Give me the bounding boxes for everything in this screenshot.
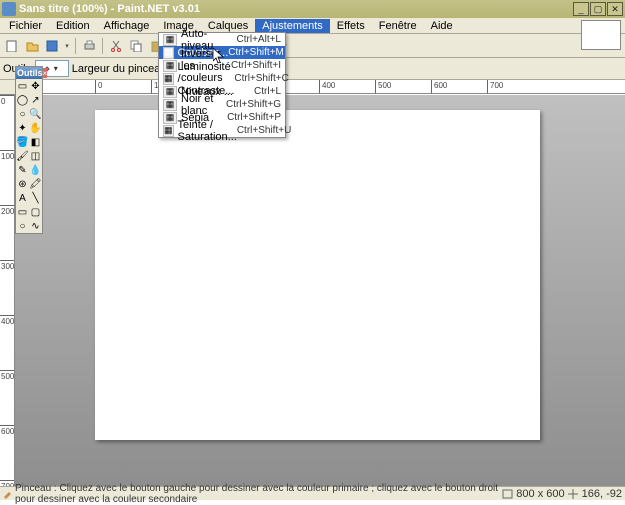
window-title: Sans titre (100%) - Paint.NET v3.01: [19, 3, 572, 15]
app-icon: [2, 2, 16, 16]
text-tool[interactable]: A: [16, 191, 29, 205]
pan-tool[interactable]: ✋: [29, 121, 42, 135]
eraser-tool[interactable]: ◫: [29, 149, 42, 163]
menu-fenetre[interactable]: Fenêtre: [372, 19, 424, 33]
tool-options-bar: Outil : ▾ Largeur du pinceau : − 2 ▾ +: [0, 58, 625, 80]
separator: [75, 38, 76, 54]
menu-fichier[interactable]: Fichier: [2, 19, 49, 33]
horizontal-ruler: 0100200300400500600700: [15, 80, 625, 94]
adjustment-icon: ▦: [163, 60, 177, 72]
brush-icon: [3, 489, 15, 499]
ruler-corner: [0, 80, 15, 95]
menu-edition[interactable]: Edition: [49, 19, 97, 33]
pencil-tool[interactable]: ✎: [16, 163, 29, 177]
adjustment-icon: ▦: [163, 99, 177, 111]
minimize-button[interactable]: _: [573, 2, 589, 16]
menuitem-auto-niveau[interactable]: ▦Auto-niveauCtrl+Alt+L: [159, 33, 285, 46]
rectangle-tool[interactable]: ▭: [16, 205, 29, 219]
menuitem-luminosit-contraste[interactable]: ▦Luminosité / Contraste...Ctrl+Shift+C: [159, 72, 285, 85]
adjustment-icon: ▦: [163, 47, 174, 59]
menuitem-teinte-saturation[interactable]: ▦Teinte / Saturation...Ctrl+Shift+U: [159, 124, 285, 137]
save-button[interactable]: [43, 37, 61, 55]
cut-button[interactable]: [107, 37, 125, 55]
separator: [102, 38, 103, 54]
print-button[interactable]: [80, 37, 98, 55]
adjustment-icon: ▦: [163, 73, 174, 85]
adjustment-icon: ▦: [163, 125, 174, 137]
main-toolbar: ▾ ▾ ▾ ▾: [0, 34, 625, 58]
menu-bar: Fichier Edition Affichage Image Calques …: [0, 18, 625, 34]
move-tool[interactable]: ✥: [29, 79, 42, 93]
toolbox-panel: Outils × ▭✥ ◯↗ ○🔍 ✦✋ 🪣◧ 🖌◫ ✎💧 ⊛🖍 A╲ ▭▢ ○…: [15, 66, 43, 234]
toolbox-header[interactable]: Outils ×: [16, 67, 42, 79]
zoom-tool[interactable]: 🔍: [29, 107, 42, 121]
line-tool[interactable]: ╲: [29, 191, 42, 205]
rounded-rect-tool[interactable]: ▢: [29, 205, 42, 219]
close-button[interactable]: ✕: [607, 2, 623, 16]
copy-button[interactable]: [127, 37, 145, 55]
adjustment-icon: ▦: [163, 112, 177, 124]
lasso-tool[interactable]: ◯: [16, 93, 29, 107]
work-area: 0100200300400500600700: [0, 95, 625, 486]
magic-wand-tool[interactable]: ✦: [16, 121, 29, 135]
freeform-tool[interactable]: ∿: [29, 219, 42, 233]
menu-effets[interactable]: Effets: [330, 19, 372, 33]
ellipse-tool[interactable]: ○: [16, 219, 29, 233]
recolor-tool[interactable]: 🖍: [29, 177, 42, 191]
move-selection-tool[interactable]: ↗: [29, 93, 42, 107]
menu-ajustements[interactable]: Ajustements: [255, 19, 330, 33]
canvas[interactable]: [95, 110, 540, 440]
toolbox-close-icon[interactable]: ×: [43, 68, 48, 78]
maximize-button[interactable]: ▢: [590, 2, 606, 16]
menuitem-noir-et-blanc[interactable]: ▦Noir et blancCtrl+Shift+G: [159, 98, 285, 111]
title-bar: Sans titre (100%) - Paint.NET v3.01 _ ▢ …: [0, 0, 625, 18]
save-dropdown[interactable]: ▾: [63, 37, 71, 55]
chevron-down-icon: ▾: [54, 64, 58, 73]
adjustment-icon: ▦: [163, 86, 177, 98]
eyedropper-tool[interactable]: 💧: [29, 163, 42, 177]
status-coords: 166, -92: [582, 488, 622, 500]
paint-bucket-tool[interactable]: 🪣: [16, 135, 29, 149]
ellipse-select-tool[interactable]: ○: [16, 107, 29, 121]
status-hint: Pinceau : Cliquez avec le bouton gauche …: [15, 483, 502, 505]
clone-tool[interactable]: ⊛: [16, 177, 29, 191]
status-dimensions: 800 x 600: [516, 488, 564, 500]
menu-affichage[interactable]: Affichage: [97, 19, 157, 33]
vertical-ruler: 0100200300400500600700: [0, 95, 15, 486]
brush-tool[interactable]: 🖌: [16, 149, 29, 163]
document-preview[interactable]: [581, 20, 621, 50]
toolbox-title: Outils: [17, 68, 43, 78]
menu-aide[interactable]: Aide: [424, 19, 460, 33]
new-button[interactable]: [3, 37, 21, 55]
status-bar: Pinceau : Cliquez avec le bouton gauche …: [0, 486, 625, 500]
position-icon: [568, 489, 579, 499]
adjustment-icon: ▦: [163, 34, 177, 46]
mouse-cursor: [213, 48, 225, 64]
gradient-tool[interactable]: ◧: [29, 135, 42, 149]
dimensions-icon: [502, 489, 513, 499]
open-button[interactable]: [23, 37, 41, 55]
rect-select-tool[interactable]: ▭: [16, 79, 29, 93]
